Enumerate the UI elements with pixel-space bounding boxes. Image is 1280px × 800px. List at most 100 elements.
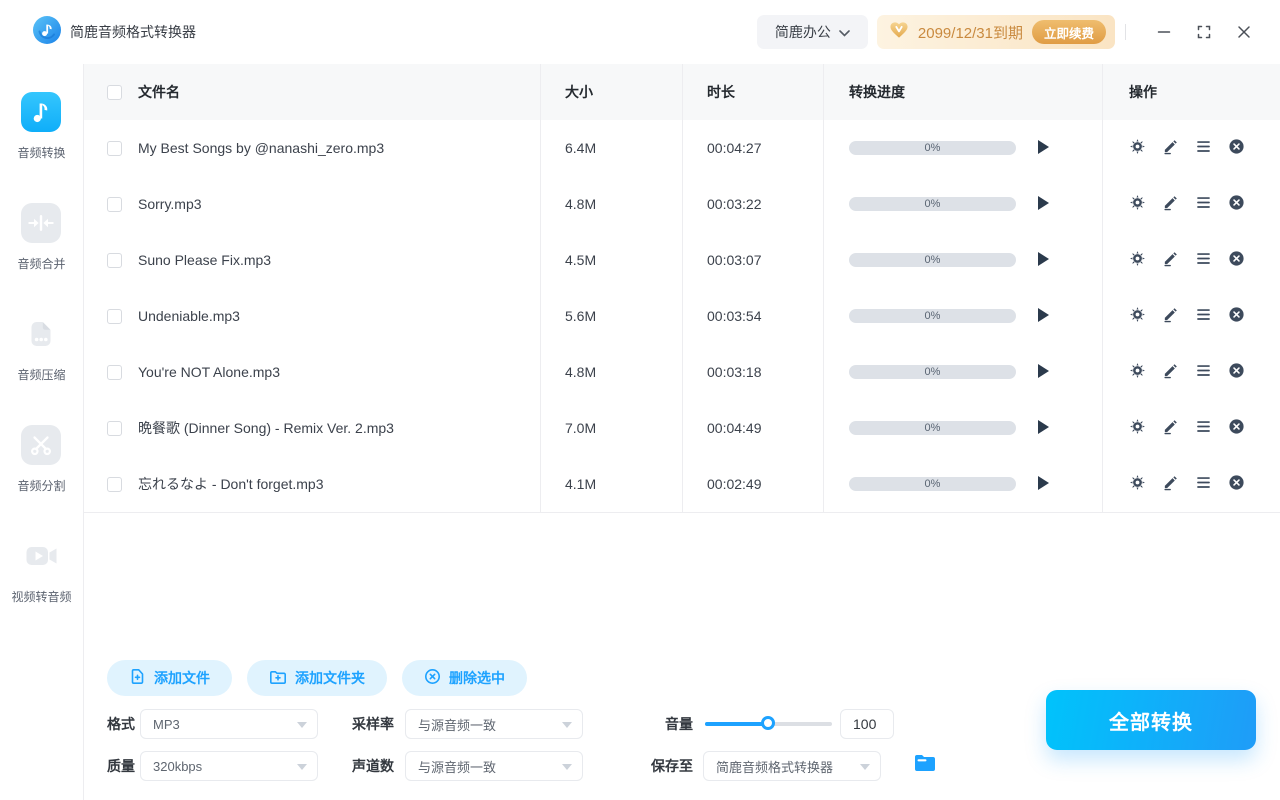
maximize-button[interactable] — [1188, 16, 1220, 48]
add-file-button[interactable]: 添加文件 — [107, 660, 232, 696]
format-label: 格式 — [107, 716, 135, 732]
row-details-button[interactable] — [1195, 418, 1212, 438]
row-filename: My Best Songs by @nanashi_zero.mp3 — [138, 140, 385, 156]
table-row: My Best Songs by @nanashi_zero.mp3 6.4M … — [84, 120, 1280, 176]
play-button[interactable] — [1038, 475, 1050, 493]
remove-circle-icon — [1228, 306, 1245, 326]
progress-bar: 0% — [849, 253, 1016, 267]
delete-selected-label: 删除选中 — [449, 670, 505, 686]
volume-slider[interactable] — [705, 716, 832, 730]
volume-input[interactable] — [840, 709, 894, 739]
row-edit-button[interactable] — [1162, 194, 1179, 214]
row-filename: 晩餐歌 (Dinner Song) - Remix Ver. 2.mp3 — [138, 420, 394, 436]
volume-slider-thumb[interactable] — [760, 716, 775, 730]
play-button[interactable] — [1038, 307, 1050, 325]
play-button[interactable] — [1038, 139, 1050, 157]
row-remove-button[interactable] — [1228, 418, 1245, 438]
row-edit-button[interactable] — [1162, 250, 1179, 270]
row-settings-button[interactable] — [1129, 250, 1146, 270]
delete-selected-button[interactable]: 删除选中 — [402, 660, 527, 696]
row-checkbox[interactable] — [107, 364, 122, 380]
row-checkbox[interactable] — [107, 308, 122, 324]
open-folder-button[interactable] — [914, 754, 936, 775]
minimize-button[interactable] — [1148, 16, 1180, 48]
edit-pencil-icon — [1162, 138, 1179, 158]
play-button[interactable] — [1038, 419, 1050, 437]
row-details-button[interactable] — [1195, 250, 1212, 270]
row-details-button[interactable] — [1195, 306, 1212, 326]
row-duration: 00:02:49 — [683, 456, 824, 512]
row-checkbox[interactable] — [107, 196, 122, 212]
row-remove-button[interactable] — [1228, 138, 1245, 158]
row-filename: Undeniable.mp3 — [138, 308, 240, 324]
sidebar-item-audio-convert[interactable]: 音频转换 — [17, 92, 66, 161]
titlebar-controls: 简鹿办公 2099/12/31到期 立即续费 — [756, 15, 1260, 49]
add-file-icon — [129, 668, 146, 688]
renew-button[interactable]: 立即续费 — [1031, 20, 1106, 44]
volume-label: 音量 — [665, 716, 693, 732]
play-icon — [1038, 251, 1050, 269]
row-details-button[interactable] — [1195, 362, 1212, 382]
row-settings-button[interactable] — [1129, 474, 1146, 494]
row-settings-button[interactable] — [1129, 418, 1146, 438]
row-checkbox[interactable] — [107, 252, 122, 268]
select-all-checkbox[interactable] — [107, 84, 122, 100]
play-icon — [1038, 307, 1050, 325]
row-checkbox[interactable] — [107, 476, 122, 492]
save-to-select[interactable]: 简鹿音频格式转换器 — [703, 751, 881, 781]
channels-select[interactable]: 与源音频一致 — [405, 751, 583, 781]
remove-circle-icon — [1228, 250, 1245, 270]
caret-down-icon — [562, 722, 572, 728]
license-expiry-text: 2099/12/31到期 — [917, 24, 1023, 42]
sample-rate-value: 与源音频一致 — [418, 717, 497, 733]
row-edit-button[interactable] — [1162, 306, 1179, 326]
remove-circle-icon — [1228, 474, 1245, 494]
row-settings-button[interactable] — [1129, 306, 1146, 326]
row-details-button[interactable] — [1195, 138, 1212, 158]
play-icon — [1038, 363, 1050, 381]
play-button[interactable] — [1038, 195, 1050, 213]
sample-rate-select[interactable]: 与源音频一致 — [405, 709, 583, 739]
row-remove-button[interactable] — [1228, 474, 1245, 494]
row-checkbox[interactable] — [107, 420, 122, 436]
close-button[interactable] — [1228, 16, 1260, 48]
row-edit-button[interactable] — [1162, 362, 1179, 382]
progress-bar: 0% — [849, 477, 1016, 491]
sidebar-item-label: 音频压缩 — [17, 368, 66, 382]
sidebar-item-audio-split[interactable]: 音频分割 — [17, 425, 66, 494]
remove-circle-icon — [1228, 194, 1245, 214]
row-duration: 00:04:49 — [683, 400, 824, 456]
row-details-button[interactable] — [1195, 194, 1212, 214]
row-checkbox[interactable] — [107, 140, 122, 156]
row-remove-button[interactable] — [1228, 194, 1245, 214]
suite-dropdown-button[interactable]: 简鹿办公 — [756, 15, 868, 49]
add-folder-button[interactable]: 添加文件夹 — [247, 660, 387, 696]
row-edit-button[interactable] — [1162, 138, 1179, 158]
volume-slider-fill — [705, 722, 769, 726]
gear-icon — [1129, 138, 1146, 158]
play-button[interactable] — [1038, 363, 1050, 381]
row-remove-button[interactable] — [1228, 250, 1245, 270]
app-window: 简鹿音频格式转换器 简鹿办公 2099/12/31到期 立即续费 音频转换 音频… — [0, 0, 1280, 800]
row-edit-button[interactable] — [1162, 418, 1179, 438]
convert-all-button[interactable]: 全部转换 — [1046, 690, 1256, 750]
row-settings-button[interactable] — [1129, 194, 1146, 214]
row-details-button[interactable] — [1195, 474, 1212, 494]
caret-down-icon — [297, 722, 307, 728]
remove-circle-icon — [1228, 362, 1245, 382]
list-icon — [1195, 250, 1212, 270]
sidebar-item-video-to-audio[interactable]: 视频转音频 — [11, 536, 72, 605]
row-remove-button[interactable] — [1228, 362, 1245, 382]
row-filename: Suno Please Fix.mp3 — [138, 252, 272, 268]
list-icon — [1195, 474, 1212, 494]
row-settings-button[interactable] — [1129, 138, 1146, 158]
format-select[interactable]: MP3 — [140, 709, 318, 739]
sidebar-item-audio-compress[interactable]: 音频压缩 — [17, 314, 66, 383]
quality-select[interactable]: 320kbps — [140, 751, 318, 781]
sidebar-item-audio-merge[interactable]: 音频合并 — [17, 203, 66, 272]
row-settings-button[interactable] — [1129, 362, 1146, 382]
row-edit-button[interactable] — [1162, 474, 1179, 494]
row-remove-button[interactable] — [1228, 306, 1245, 326]
row-size: 4.8M — [541, 176, 683, 232]
play-button[interactable] — [1038, 251, 1050, 269]
